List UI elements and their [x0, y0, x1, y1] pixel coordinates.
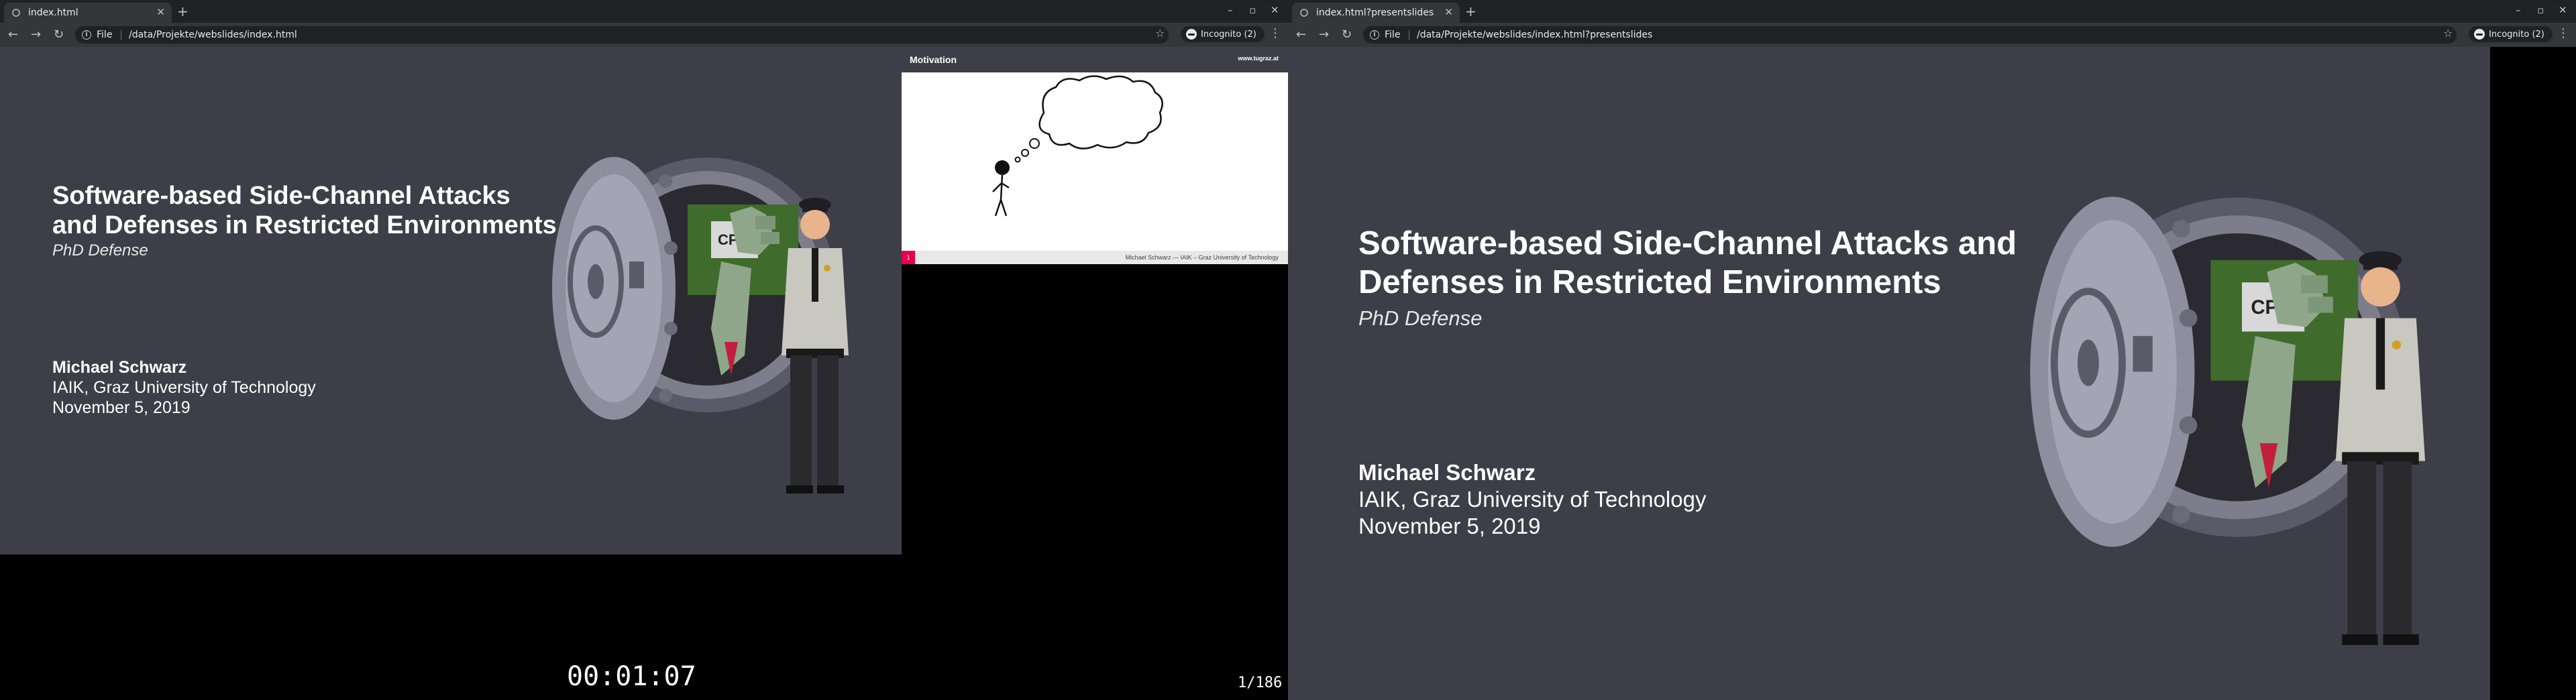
maximize-icon[interactable]: ▫	[2537, 4, 2544, 16]
address-bar[interactable]: i File | /data/Projekte/webslides/index.…	[75, 26, 1169, 44]
incognito-label: Incognito (2)	[1201, 29, 1256, 40]
forward-icon[interactable]: →	[1319, 27, 1329, 42]
tab-title: index.html	[28, 7, 78, 18]
incognito-icon	[1186, 29, 1197, 40]
slide-affiliation: IAIK, Graz University of Technology	[52, 378, 316, 397]
slide-counter: 1/186	[1238, 675, 1283, 691]
slide-title: Software-based Side-Channel Attacks and …	[52, 182, 557, 239]
reload-icon[interactable]: ↻	[54, 27, 64, 42]
audience-window: index.html?presentslides ✕ + – ▫ ✕ ← → ↻…	[1288, 0, 2576, 700]
forward-icon[interactable]: →	[31, 27, 41, 42]
url-path: /data/Projekte/webslides/index.html	[129, 30, 297, 40]
slide-title: Software-based Side-Channel Attacks and …	[1358, 225, 2017, 300]
slide-author: Michael Schwarz	[52, 358, 187, 377]
new-tab-button[interactable]: +	[1465, 3, 1477, 19]
url-separator: |	[119, 28, 123, 40]
incognito-badge[interactable]: Incognito (2)	[1181, 26, 1265, 42]
browser-toolbar: ← → ↻ i File | /data/Projekte/webslides/…	[1288, 23, 2576, 47]
tab-strip: index.html?presentslides ✕ + – ▫ ✕	[1288, 0, 2576, 23]
address-bar[interactable]: i File | /data/Projekte/webslides/index.…	[1363, 26, 2457, 44]
letterbox-bar	[2490, 47, 2576, 700]
incognito-icon	[2474, 29, 2485, 40]
close-window-icon[interactable]: ✕	[2559, 4, 2567, 16]
menu-icon[interactable]: ⋮	[2557, 26, 2569, 40]
bookmark-star-icon[interactable]: ☆	[2443, 27, 2453, 40]
slide-subtitle: PhD Defense	[52, 241, 148, 259]
close-icon[interactable]: ✕	[156, 6, 165, 18]
close-icon[interactable]: ✕	[1444, 6, 1453, 18]
tab-title: index.html?presentslides	[1316, 7, 1434, 18]
globe-icon	[12, 9, 20, 17]
slide-date: November 5, 2019	[1358, 514, 1541, 538]
thinking-stickfigure-illustration	[992, 75, 1163, 217]
url-separator: |	[1407, 28, 1411, 40]
url-path: /data/Projekte/webslides/index.html?pres…	[1417, 30, 1653, 40]
slide-subtitle: PhD Defense	[1358, 306, 1483, 330]
minimize-icon[interactable]: –	[1228, 4, 1233, 16]
incognito-label: Incognito (2)	[2489, 29, 2544, 40]
maximize-icon[interactable]: ▫	[1249, 4, 1256, 16]
current-slide[interactable]: Software-based Side-Channel Attacks and …	[0, 47, 902, 555]
vault-illustration: CPU	[2030, 196, 2426, 646]
next-slide-footer-text: Michael Schwarz — IAIK – Graz University…	[1125, 254, 1279, 261]
close-window-icon[interactable]: ✕	[1271, 4, 1279, 16]
slide-affiliation: IAIK, Graz University of Technology	[1358, 487, 1707, 512]
reload-icon[interactable]: ↻	[1342, 27, 1352, 42]
next-slide-brand: www.tugraz.at	[1238, 55, 1279, 62]
back-icon[interactable]: ←	[1296, 27, 1306, 42]
slide-date: November 5, 2019	[52, 398, 191, 417]
presenter-window: index.html ✕ + – ▫ ✕ ← → ↻ i File | /dat…	[0, 0, 1288, 700]
url-scheme: File	[1385, 30, 1401, 40]
url-scheme: File	[97, 30, 113, 40]
next-slide-page-number: 1	[902, 251, 915, 264]
info-icon[interactable]: i	[1370, 30, 1379, 40]
vault-illustration: CPU	[552, 157, 849, 493]
bookmark-star-icon[interactable]: ☆	[1155, 27, 1165, 40]
browser-toolbar: ← → ↻ i File | /data/Projekte/webslides/…	[0, 23, 1288, 47]
next-slide-footer: 1 Michael Schwarz — IAIK – Graz Universi…	[902, 251, 1288, 264]
browser-tab[interactable]: index.html ✕	[4, 3, 172, 23]
menu-icon[interactable]: ⋮	[1269, 26, 1281, 40]
back-icon[interactable]: ←	[8, 27, 18, 42]
globe-icon	[1300, 9, 1308, 17]
minimize-icon[interactable]: –	[2516, 4, 2521, 16]
next-slide-title: Motivation	[910, 54, 957, 65]
incognito-badge[interactable]: Incognito (2)	[2469, 26, 2553, 42]
browser-tab[interactable]: index.html?presentslides ✕	[1292, 3, 1460, 23]
presentation-timer: 00:01:07	[567, 661, 696, 692]
next-slide-header: Motivation www.tugraz.at	[902, 47, 1288, 72]
tab-strip: index.html ✕ + – ▫ ✕	[0, 0, 1288, 23]
next-slide-preview[interactable]: Motivation www.tugraz.at 1 Michael Schwa…	[902, 47, 1288, 264]
info-icon[interactable]: i	[82, 30, 91, 40]
slide-author: Michael Schwarz	[1358, 460, 1536, 485]
audience-slide[interactable]: Software-based Side-Channel Attacks and …	[1288, 47, 2490, 700]
new-tab-button[interactable]: +	[177, 3, 189, 19]
